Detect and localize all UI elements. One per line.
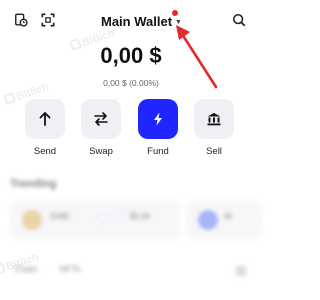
asset-tabs: Chain NFTs xyxy=(14,264,81,274)
lightning-icon xyxy=(154,112,162,126)
notification-dot xyxy=(172,10,178,16)
sell-label: Sell xyxy=(206,146,222,157)
send-button-tile[interactable] xyxy=(25,99,65,139)
send-label: Send xyxy=(33,146,57,157)
swap-label: Swap xyxy=(89,146,113,157)
trending-card[interactable]: W xyxy=(186,200,262,240)
tab-nfts[interactable]: NFTs xyxy=(60,264,81,274)
sell-button-tile[interactable] xyxy=(194,99,234,139)
sell-button[interactable]: Sell xyxy=(194,99,234,157)
wallet-name: Main Wallet xyxy=(101,13,173,29)
balance-amount: 0,00 $ xyxy=(100,43,162,68)
trending-heading: Trending xyxy=(10,178,57,190)
arrow-up-icon xyxy=(39,112,51,126)
balance-change: 0,00 $ (0.00%) xyxy=(103,78,159,88)
coin-icon xyxy=(22,210,42,230)
filter-icon[interactable] xyxy=(236,266,246,276)
swap-button-tile[interactable] xyxy=(81,99,121,139)
history-icon[interactable] xyxy=(14,13,28,27)
coin-value: $0,00 xyxy=(130,212,151,221)
search-icon[interactable] xyxy=(232,13,246,27)
fund-label: Fund xyxy=(147,146,169,157)
fund-button[interactable]: Fund xyxy=(138,99,178,157)
swap-button[interactable]: Swap xyxy=(81,99,121,157)
coin-name: W xyxy=(224,212,232,221)
send-button[interactable]: Send xyxy=(25,99,65,157)
tab-chain[interactable]: Chain xyxy=(14,264,38,274)
coin-icon xyxy=(198,210,218,230)
fund-button-tile[interactable] xyxy=(138,99,178,139)
bank-icon xyxy=(207,113,221,126)
top-bar: Main Wallet ▼ xyxy=(0,0,262,40)
trending-card[interactable]: ЅНІВ $0,00 xyxy=(10,200,180,240)
swap-icon xyxy=(94,112,108,126)
coin-name: ЅНІВ xyxy=(50,212,69,221)
scan-icon[interactable] xyxy=(41,13,55,27)
